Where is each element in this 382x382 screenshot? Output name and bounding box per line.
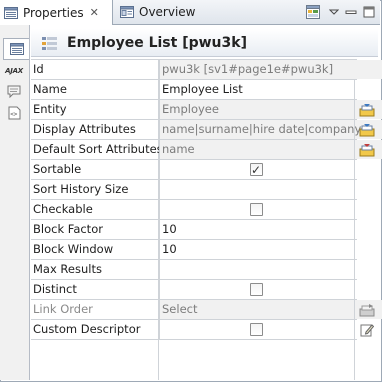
- checkbox[interactable]: [250, 203, 263, 216]
- property-row: Custom Descriptor: [31, 320, 374, 340]
- property-table: Id pwu3k [sv1#page1e#pwu3k] Name Employee L…: [31, 59, 382, 340]
- property-value[interactable]: Employee List: [159, 80, 382, 99]
- property-row: Max Results: [31, 260, 357, 280]
- checked-checkbox[interactable]: ✓: [250, 163, 263, 177]
- property-name: Checkable: [33, 202, 93, 216]
- property-value[interactable]: [159, 180, 382, 199]
- property-row: Sortable ✓: [31, 160, 357, 180]
- property-name: Distinct: [33, 282, 77, 296]
- edit-descriptor-icon[interactable]: [354, 320, 379, 339]
- svg-text:<>: <>: [10, 111, 18, 118]
- overview-icon: [120, 6, 134, 18]
- property-name: Custom Descriptor: [33, 322, 141, 336]
- property-name: Max Results: [33, 262, 102, 276]
- properties-icon: [4, 6, 18, 19]
- properties-header: Employee List [pwu3k]: [31, 29, 378, 57]
- checkbox[interactable]: [250, 323, 263, 336]
- property-row: Checkable: [31, 200, 357, 220]
- property-row: Block Factor 10: [31, 220, 357, 240]
- maximize-icon[interactable]: [361, 4, 377, 20]
- property-value[interactable]: name: [159, 140, 382, 159]
- property-row: Block Window 10: [31, 240, 357, 260]
- property-checkbox-cell[interactable]: [159, 320, 382, 339]
- property-name: Link Order: [33, 302, 93, 316]
- entity-picker-icon[interactable]: [354, 100, 379, 119]
- property-value[interactable]: 10: [159, 240, 382, 259]
- property-checkbox-cell[interactable]: ✓: [159, 160, 382, 179]
- section-tab-bar: AJAX <>: [0, 25, 30, 380]
- tab-properties-label: Properties: [23, 5, 84, 20]
- list-icon: [42, 36, 57, 50]
- property-row: Default Sort Attributes name: [31, 140, 382, 160]
- property-name: Block Factor: [33, 222, 103, 236]
- comment-tab-icon[interactable]: [3, 81, 25, 101]
- view-tab-strip: Properties ✕ Overview: [0, 0, 380, 25]
- property-row: Display Attributes name|surname|hire date…: [31, 120, 382, 140]
- property-value[interactable]: Employee: [159, 100, 382, 119]
- property-value[interactable]: name|surname|hire date|company: [159, 120, 382, 139]
- property-name: Id: [33, 62, 44, 76]
- page-title: Employee List [pwu3k]: [67, 34, 247, 51]
- tab-overview-label: Overview: [139, 5, 196, 19]
- property-value[interactable]: [159, 260, 382, 279]
- property-name: Sortable: [33, 162, 82, 176]
- property-value[interactable]: pwu3k [sv1#page1e#pwu3k]: [159, 60, 382, 79]
- property-name: Default Sort Attributes: [33, 142, 163, 156]
- close-icon[interactable]: ✕: [90, 6, 99, 19]
- pin-view-icon[interactable]: [305, 4, 321, 20]
- property-checkbox-cell[interactable]: [159, 200, 382, 219]
- property-checkbox-cell[interactable]: [159, 280, 382, 299]
- property-row: Sort History Size: [31, 180, 357, 200]
- tab-overview[interactable]: Overview: [116, 0, 202, 24]
- ajax-tab-icon[interactable]: AJAX: [3, 61, 25, 81]
- sort-picker-icon[interactable]: [354, 140, 379, 159]
- link-order-icon[interactable]: [354, 300, 379, 319]
- property-row: Link Order Select: [31, 300, 382, 320]
- checkmark-icon: ✓: [251, 163, 262, 177]
- tab-properties[interactable]: Properties ✕: [0, 0, 113, 25]
- property-row: Distinct: [31, 280, 357, 300]
- property-name: Display Attributes: [33, 122, 136, 136]
- property-row: Id pwu3k [sv1#page1e#pwu3k]: [31, 59, 382, 80]
- checkbox[interactable]: [250, 283, 263, 296]
- property-value[interactable]: 10: [159, 220, 382, 239]
- minimize-icon[interactable]: [343, 4, 359, 20]
- source-tab-icon[interactable]: <>: [3, 103, 25, 123]
- property-row: Entity Employee: [31, 100, 382, 120]
- general-tab-icon[interactable]: [3, 38, 29, 60]
- ajax-tab-text: AJAX: [5, 67, 23, 75]
- property-value[interactable]: Select: [159, 300, 382, 319]
- property-name: Entity: [33, 102, 67, 116]
- attribute-picker-icon[interactable]: [354, 120, 379, 139]
- property-row: Name Employee List: [31, 80, 357, 100]
- property-name: Block Window: [33, 242, 114, 256]
- property-name: Sort History Size: [33, 182, 129, 196]
- view-menu-icon[interactable]: [326, 4, 342, 20]
- property-name: Name: [33, 82, 67, 96]
